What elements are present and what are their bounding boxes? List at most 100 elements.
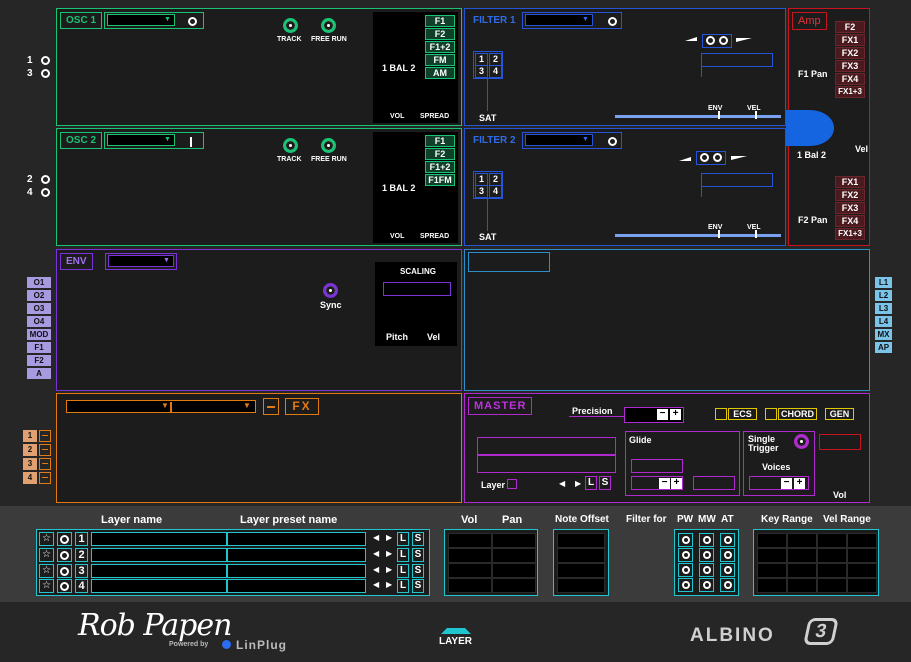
layer-3-vel-low-field[interactable] bbox=[817, 563, 847, 578]
master-glide-plus-button[interactable]: + bbox=[671, 478, 682, 489]
master-precision-minus-button[interactable]: − bbox=[657, 409, 668, 420]
filter2-knob-icon[interactable] bbox=[608, 137, 617, 146]
master-layer-prev-icon[interactable]: ◀ bbox=[559, 479, 565, 488]
layer-4-power-icon[interactable] bbox=[57, 579, 72, 593]
layer-1-power-icon[interactable] bbox=[57, 532, 72, 546]
filter1-mode-knob-b-icon[interactable] bbox=[719, 36, 728, 45]
layer-tab-button[interactable]: LAYER bbox=[439, 636, 472, 647]
layer-2-next-icon[interactable]: ▶ bbox=[386, 549, 392, 558]
layer-4-name-field[interactable] bbox=[91, 579, 227, 593]
layer-4-preset-field[interactable] bbox=[227, 579, 366, 593]
fx-slot-3[interactable]: 3 bbox=[23, 458, 37, 470]
filter1-route-4-button[interactable]: 4 bbox=[489, 65, 502, 78]
layer-2-key-high-field[interactable] bbox=[787, 548, 817, 563]
fx-slot-3-toggle[interactable] bbox=[39, 458, 51, 470]
osc1-am-button[interactable]: AM bbox=[425, 67, 455, 79]
osc1-free-run-knob-icon[interactable] bbox=[321, 18, 336, 33]
layer-3-prev-icon[interactable]: ◀ bbox=[373, 565, 379, 574]
layer-2-number[interactable]: 2 bbox=[75, 548, 88, 562]
filter1-vel-marker[interactable] bbox=[755, 111, 757, 119]
layer-3-vol-field[interactable] bbox=[448, 563, 492, 578]
osc2-track-knob-icon[interactable] bbox=[283, 138, 298, 153]
layer-2-s-button[interactable]: S bbox=[412, 548, 424, 562]
master-layer-checkbox[interactable] bbox=[507, 479, 517, 489]
env-source-o1[interactable]: O1 bbox=[27, 277, 51, 288]
master-ecs-button[interactable]: ECS bbox=[728, 408, 757, 420]
layer-1-l-button[interactable]: L bbox=[397, 532, 409, 546]
filter2-value-field[interactable] bbox=[701, 173, 773, 187]
osc2-voice4-knob-icon[interactable] bbox=[41, 188, 50, 197]
fx-slot-2[interactable]: 2 bbox=[23, 444, 37, 456]
amp-fx1-3-bottom-button[interactable]: FX1+3 bbox=[835, 228, 865, 240]
layer-4-key-low-field[interactable] bbox=[757, 578, 787, 593]
filter1-env-marker[interactable] bbox=[718, 111, 720, 119]
env-scaling-field[interactable] bbox=[383, 282, 451, 296]
filter1-value-field[interactable] bbox=[701, 53, 773, 67]
layer-2-note-offset-field[interactable] bbox=[557, 548, 605, 563]
osc2-f2-button[interactable]: F2 bbox=[425, 148, 455, 160]
amp-fx1-bottom-button[interactable]: FX1 bbox=[835, 176, 865, 188]
amp-fx1-top-button[interactable]: FX1 bbox=[835, 34, 865, 46]
layer-4-vel-high-field[interactable] bbox=[847, 578, 877, 593]
filter2-route-3-button[interactable]: 3 bbox=[475, 185, 488, 198]
layer-2-prev-icon[interactable]: ◀ bbox=[373, 549, 379, 558]
env-source-f2[interactable]: F2 bbox=[27, 355, 51, 366]
layer-2-at-knob-icon[interactable] bbox=[720, 548, 735, 562]
layer-2-vel-low-field[interactable] bbox=[817, 548, 847, 563]
filter1-knob-icon[interactable] bbox=[608, 17, 617, 26]
layer-1-pan-field[interactable] bbox=[492, 533, 536, 548]
fx-slot-1[interactable]: 1 bbox=[23, 430, 37, 442]
layer-2-pan-field[interactable] bbox=[492, 548, 536, 563]
layer-3-next-icon[interactable]: ▶ bbox=[386, 565, 392, 574]
layer-4-note-offset-field[interactable] bbox=[557, 578, 605, 593]
master-single-trigger-knob-icon[interactable] bbox=[794, 434, 809, 449]
master-voices-plus-button[interactable]: + bbox=[794, 478, 805, 489]
layer-2-power-icon[interactable] bbox=[57, 548, 72, 562]
amp-fx3-bottom-button[interactable]: FX3 bbox=[835, 202, 865, 214]
osc1-voice3-knob-icon[interactable] bbox=[41, 69, 50, 78]
filter2-mode-knob-b-icon[interactable] bbox=[713, 153, 722, 162]
layer-3-note-offset-field[interactable] bbox=[557, 563, 605, 578]
amp-fx1-3-top-button[interactable]: FX1+3 bbox=[835, 86, 865, 98]
env-source-o2[interactable]: O2 bbox=[27, 290, 51, 301]
amp-fx2-bottom-button[interactable]: FX2 bbox=[835, 189, 865, 201]
env-source-a[interactable]: A bbox=[27, 368, 51, 379]
amp-fx4-top-button[interactable]: FX4 bbox=[835, 73, 865, 85]
layer-1-number[interactable]: 1 bbox=[75, 532, 88, 546]
layer-4-s-button[interactable]: S bbox=[412, 579, 424, 593]
layer-2-preset-field[interactable] bbox=[227, 548, 366, 562]
layer-4-number[interactable]: 4 bbox=[75, 579, 88, 593]
layer-3-mw-knob-icon[interactable] bbox=[699, 563, 714, 577]
layer-4-at-knob-icon[interactable] bbox=[720, 578, 735, 592]
layer-3-vel-high-field[interactable] bbox=[847, 563, 877, 578]
layer-3-s-button[interactable]: S bbox=[412, 564, 424, 578]
layer-1-vel-low-field[interactable] bbox=[817, 533, 847, 548]
layer-4-vel-low-field[interactable] bbox=[817, 578, 847, 593]
env-source-f1[interactable]: F1 bbox=[27, 342, 51, 353]
amp-fx4-bottom-button[interactable]: FX4 bbox=[835, 215, 865, 227]
layer-2-pw-knob-icon[interactable] bbox=[678, 548, 693, 562]
lfo-source-ap[interactable]: AP bbox=[875, 342, 892, 353]
master-layer-next-icon[interactable]: ▶ bbox=[575, 479, 581, 488]
master-voices-minus-button[interactable]: − bbox=[781, 478, 792, 489]
env-source-o3[interactable]: O3 bbox=[27, 303, 51, 314]
layer-1-prev-icon[interactable]: ◀ bbox=[373, 533, 379, 542]
master-vol-field[interactable] bbox=[819, 434, 861, 450]
lfo-type-field[interactable] bbox=[468, 252, 550, 272]
lfo-source-l2[interactable]: L2 bbox=[875, 290, 892, 301]
layer-4-star-icon[interactable]: ☆ bbox=[39, 579, 54, 593]
filter2-route-4-button[interactable]: 4 bbox=[489, 185, 502, 198]
env-sync-knob-icon[interactable] bbox=[323, 283, 338, 298]
master-precision-plus-button[interactable]: + bbox=[670, 409, 681, 420]
lfo-source-l1[interactable]: L1 bbox=[875, 277, 892, 288]
layer-2-mw-knob-icon[interactable] bbox=[699, 548, 714, 562]
layer-1-vel-high-field[interactable] bbox=[847, 533, 877, 548]
layer-2-key-low-field[interactable] bbox=[757, 548, 787, 563]
env-source-o4[interactable]: O4 bbox=[27, 316, 51, 327]
layer-4-pw-knob-icon[interactable] bbox=[678, 578, 693, 592]
lfo-source-mx[interactable]: MX bbox=[875, 329, 892, 340]
fx-slot-4-toggle[interactable] bbox=[39, 472, 51, 484]
layer-3-number[interactable]: 3 bbox=[75, 564, 88, 578]
layer-3-pw-knob-icon[interactable] bbox=[678, 563, 693, 577]
lfo-source-l4[interactable]: L4 bbox=[875, 316, 892, 327]
